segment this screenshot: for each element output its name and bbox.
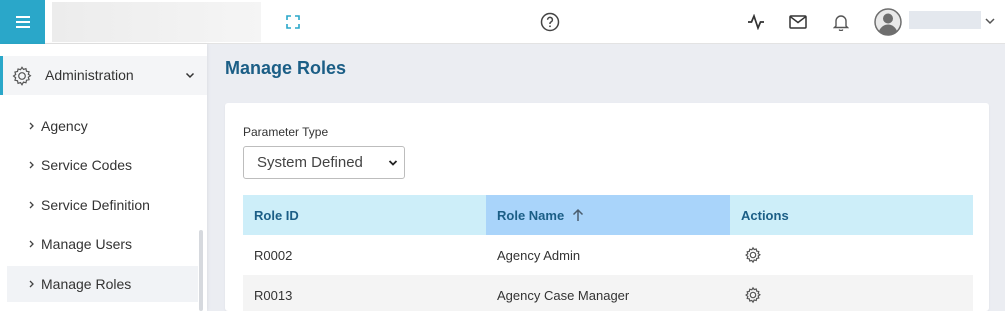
activity-icon [748, 14, 764, 30]
expand-icon [286, 15, 300, 29]
column-header-label: Actions [741, 207, 789, 223]
chevron-right-icon [29, 280, 34, 288]
chevron-right-icon [29, 240, 34, 248]
sidebar-item-manage-users[interactable]: Manage Users [7, 226, 198, 262]
sidebar-item-service-definition[interactable]: Service Definition [7, 187, 198, 223]
hamburger-menu-button[interactable] [0, 0, 45, 44]
sidebar-item-label: Service Definition [41, 197, 150, 213]
sidebar-item-label: Manage Users [41, 236, 133, 252]
activity-button[interactable] [745, 11, 767, 33]
settings-gear-icon[interactable] [744, 246, 762, 264]
top-bar [0, 0, 1005, 44]
chevron-right-icon [29, 122, 34, 130]
notifications-button[interactable] [830, 11, 852, 33]
chevron-down-icon[interactable] [983, 14, 997, 28]
sidebar-item-label: Manage Roles [41, 276, 132, 292]
table-row: R0013 Agency Case Manager [243, 275, 973, 311]
sidebar-section-administration[interactable]: Administration [0, 56, 207, 95]
app-logo [52, 2, 261, 42]
column-header-label: Role ID [254, 207, 299, 223]
mail-icon [789, 15, 807, 29]
table-row: R0002 Agency Admin [243, 235, 973, 275]
user-name[interactable] [909, 11, 981, 29]
sort-ascending-icon [573, 208, 584, 221]
sidebar-section-label: Administration [45, 67, 134, 83]
actions-cell [733, 275, 762, 311]
sidebar-item-agency[interactable]: Agency [7, 108, 198, 144]
sidebar-item-label: Agency [41, 118, 88, 134]
sidebar: Administration Agency Service Codes Serv… [0, 44, 207, 311]
parameter-type-select[interactable]: System Defined [243, 146, 405, 179]
parameter-type-value: System Defined [257, 154, 363, 171]
chevron-right-icon [29, 161, 34, 169]
sidebar-item-manage-roles[interactable]: Manage Roles [7, 266, 198, 302]
role-name-cell: Agency Case Manager [497, 287, 630, 303]
column-header-role-id[interactable]: Role ID [243, 195, 486, 235]
role-name-cell: Agency Admin [497, 247, 581, 263]
help-icon [540, 12, 560, 32]
sidebar-item-label: Service Codes [41, 157, 133, 173]
chevron-down-icon [185, 72, 195, 79]
parameter-type-label: Parameter Type [243, 125, 329, 139]
actions-cell [733, 235, 762, 275]
user-avatar-icon[interactable] [874, 8, 902, 36]
column-header-role-name[interactable]: Role Name [486, 195, 730, 235]
column-header-actions: Actions [730, 195, 973, 235]
help-button[interactable] [539, 11, 561, 33]
settings-gear-icon[interactable] [744, 286, 762, 304]
column-header-label: Role Name [497, 207, 565, 223]
page-title: Manage Roles [225, 58, 347, 78]
bell-icon [833, 15, 849, 31]
messages-button[interactable] [787, 11, 809, 33]
chevron-down-icon [388, 160, 398, 166]
table-header: Role ID Role Name Actions [243, 195, 973, 235]
hamburger-icon [15, 16, 30, 28]
sidebar-scrollbar[interactable] [199, 230, 203, 311]
sidebar-item-service-codes[interactable]: Service Codes [7, 147, 198, 183]
fullscreen-button[interactable] [282, 11, 304, 33]
role-id-cell: R0013 [254, 287, 293, 303]
role-id-cell: R0002 [254, 247, 293, 263]
gear-icon [12, 66, 32, 86]
chevron-right-icon [29, 201, 34, 209]
